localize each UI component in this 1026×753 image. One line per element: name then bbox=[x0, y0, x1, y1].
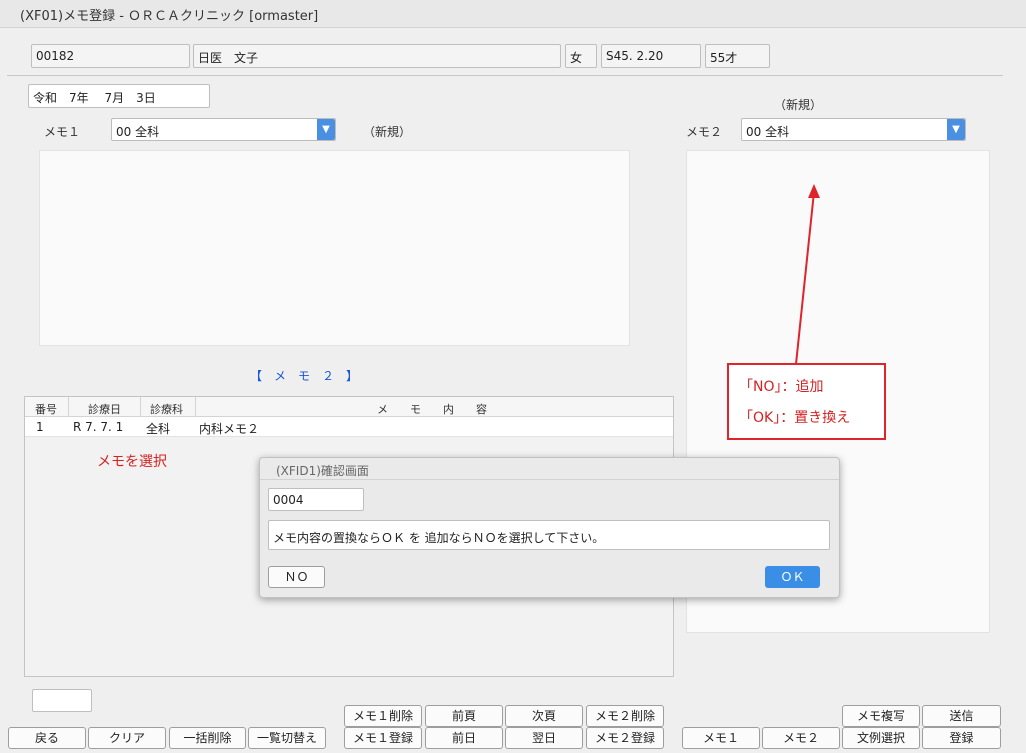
annotation-arrow-icon bbox=[795, 184, 820, 365]
prev-page-button[interactable]: 前頁 bbox=[425, 705, 503, 727]
patient-birth-field: S45. 2.20 bbox=[601, 44, 701, 68]
register-button[interactable]: 登録 bbox=[922, 727, 1001, 749]
memo1-dept-select[interactable]: 00 全科 ▼ bbox=[111, 118, 336, 141]
patient-name-field: 日医 文子 bbox=[193, 44, 561, 68]
header-date: 診療日 bbox=[69, 397, 141, 417]
confirm-dialog: (XFID1)確認画面 0004 メモ内容の置換ならＯＫ を 追加ならＮＯを選択… bbox=[259, 457, 840, 598]
memo1-dept-value: 00 全科 bbox=[116, 125, 160, 139]
row-dept: 全科 bbox=[146, 422, 171, 436]
memo1-register-button[interactable]: メモ１登録 bbox=[344, 727, 422, 749]
memo-copy-button[interactable]: メモ複写 bbox=[842, 705, 920, 727]
memo1-status: （新規） bbox=[363, 125, 412, 139]
date-field[interactable]: 令和 7年 7月 3日 bbox=[28, 84, 210, 108]
table-row[interactable]: 1 R 7. 7. 1 全科 内科メモ２ bbox=[25, 417, 673, 437]
annotation-callout: 「NO」：追加 「OK」：置き換え bbox=[727, 363, 886, 440]
memo2-button[interactable]: メモ２ bbox=[762, 727, 840, 749]
memo1-button[interactable]: メモ１ bbox=[682, 727, 760, 749]
memo1-delete-button[interactable]: メモ１削除 bbox=[344, 705, 422, 727]
callout-ok-text: 「OK」：置き換え bbox=[739, 410, 851, 426]
bulk-delete-button[interactable]: 一括削除 bbox=[169, 727, 246, 749]
callout-no-text: 「NO」：追加 bbox=[739, 379, 824, 395]
memo2-register-button[interactable]: メモ２登録 bbox=[586, 727, 664, 749]
row-content: 内科メモ２ bbox=[199, 422, 260, 436]
memo1-label: メモ１ bbox=[44, 125, 81, 139]
next-day-button[interactable]: 翌日 bbox=[505, 727, 583, 749]
memo1-textarea[interactable] bbox=[39, 150, 630, 346]
send-button[interactable]: 送信 bbox=[922, 705, 1001, 727]
header-divider bbox=[7, 75, 1003, 76]
ok-button[interactable]: ＯＫ bbox=[765, 566, 820, 588]
memo2-dept-value: 00 全科 bbox=[746, 125, 790, 139]
no-button[interactable]: ＮＯ bbox=[268, 566, 325, 588]
list-toggle-button[interactable]: 一覧切替え bbox=[248, 727, 326, 749]
memo2-dept-select[interactable]: 00 全科 ▼ bbox=[741, 118, 966, 141]
footer-input[interactable] bbox=[32, 689, 92, 712]
window-title: (XF01)メモ登録 - ＯＲＣＡクリニック [ormaster] bbox=[0, 0, 1026, 28]
header-content: メ モ 内 容 bbox=[377, 403, 487, 416]
row-no: 1 bbox=[36, 420, 44, 434]
dialog-message: メモ内容の置換ならＯＫ を 追加ならＮＯを選択して下さい。 bbox=[268, 520, 830, 550]
clear-button[interactable]: クリア bbox=[88, 727, 166, 749]
select-memo-annotation: メモを選択 bbox=[97, 454, 167, 470]
dialog-title: (XFID1)確認画面 bbox=[260, 458, 839, 480]
memo2-status: （新規） bbox=[774, 98, 823, 112]
memo2-label: メモ２ bbox=[686, 125, 723, 139]
next-page-button[interactable]: 次頁 bbox=[505, 705, 583, 727]
sample-select-button[interactable]: 文例選択 bbox=[842, 727, 920, 749]
prev-day-button[interactable]: 前日 bbox=[425, 727, 503, 749]
patient-age-field: 55才 bbox=[705, 44, 770, 68]
header-dept: 診療科 bbox=[141, 397, 196, 417]
memo-list-title: 【 メ モ ２ 】 bbox=[250, 369, 359, 383]
dialog-code-field: 0004 bbox=[268, 488, 364, 511]
patient-id-field[interactable]: 00182 bbox=[31, 44, 190, 68]
chevron-down-icon[interactable]: ▼ bbox=[317, 119, 335, 140]
patient-sex-field: 女 bbox=[565, 44, 597, 68]
memo2-delete-button[interactable]: メモ２削除 bbox=[586, 705, 664, 727]
row-date: R 7. 7. 1 bbox=[73, 420, 124, 434]
chevron-down-icon[interactable]: ▼ bbox=[947, 119, 965, 140]
header-no: 番号 bbox=[25, 397, 69, 417]
back-button[interactable]: 戻る bbox=[8, 727, 86, 749]
